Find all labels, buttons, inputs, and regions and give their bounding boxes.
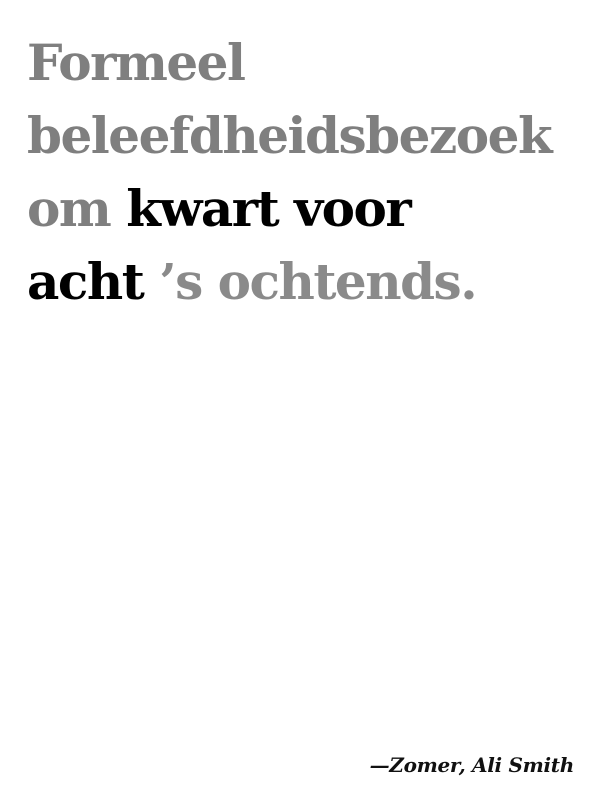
quote-line-1: Formeel [27, 26, 587, 99]
quote-block: Formeel beleefdheidsbezoek om kwart voor… [27, 26, 587, 318]
quote-emphasis-acht: acht [27, 252, 145, 311]
quote-line-2: beleefdheidsbezoek [27, 99, 587, 172]
quote-emphasis-kwart-voor: kwart voor [126, 179, 412, 238]
quote-attribution: —Zomer, Ali Smith [369, 753, 575, 777]
quote-text-beleefdheidsbezoek: beleefdheidsbezoek [27, 106, 553, 165]
quote-line-4: acht ’s ochtends. [27, 245, 587, 318]
quote-text-formeel: Formeel [27, 33, 246, 92]
quote-text-s-ochtends: ’s ochtends. [159, 252, 477, 311]
quote-text-om: om [27, 179, 112, 238]
quote-line-3: om kwart voor [27, 172, 587, 245]
